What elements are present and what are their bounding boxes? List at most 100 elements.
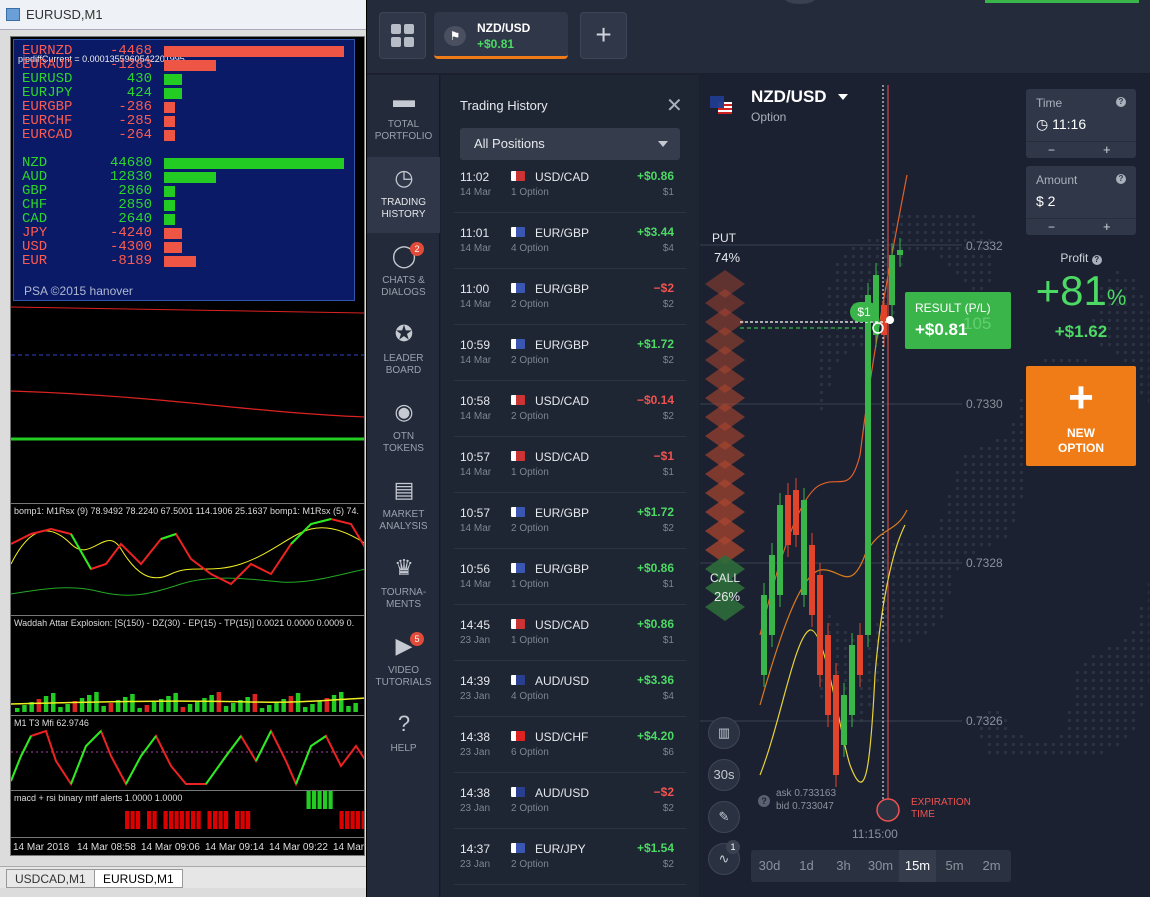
timeframe-1d[interactable]: 1d [788,850,825,882]
map-dot [1020,751,1023,754]
map-dot [1132,671,1135,674]
map-dot [1148,375,1149,378]
candle-size-button[interactable]: 30s [708,759,740,791]
map-dot [956,215,959,218]
sidebar-item-newspaper[interactable]: ▤ MARKET ANALYSIS [367,469,440,545]
amount-decrease-button[interactable]: − [1048,220,1055,234]
time-increase-button[interactable]: + [1103,142,1111,157]
alert-bar [240,811,245,829]
row-profit-loss: +$0.86 [636,561,674,575]
mt4-chart[interactable]: pipdiffCurrent = 0.0001355960542201995 E… [10,36,365,856]
map-dot [868,279,871,282]
timeframe-30m[interactable]: 30m [862,850,899,882]
map-dot [908,591,911,594]
info-icon[interactable]: ? [758,795,770,807]
history-row[interactable]: 10:56 14 Mar EUR/GBP 1 Option $1 +$0.86 [454,549,686,605]
timeframe-30d[interactable]: 30d [751,850,788,882]
map-dot [980,519,983,522]
map-dot [1004,527,1007,530]
map-dot [820,311,823,314]
waddah-label: Waddah Attar Explosion: [S(150) - DZ(30)… [14,618,355,628]
map-dot [1092,655,1095,658]
map-dot [1076,687,1079,690]
amount-increase-button[interactable]: + [1103,219,1111,234]
plus-icon: + [1068,373,1094,422]
map-dot [908,607,911,610]
map-dot [1140,359,1143,362]
map-dot [828,287,831,290]
chart-tab-usdcad[interactable]: USDCAD,M1 [6,869,95,888]
history-row[interactable]: 14:38 23 Jan AUD/USD 2 Option $2 −$2 [454,773,686,829]
timeframe-15m[interactable]: 15m [899,850,936,882]
positions-filter-select[interactable]: All Positions [460,128,680,160]
strength-value: -1283 [109,57,152,73]
history-row[interactable]: 14:45 23 Jan USD/CAD 1 Option $1 +$0.86 [454,605,686,661]
history-row[interactable]: 14:37 23 Jan EUR/JPY 2 Option $2 +$1.54 [454,829,686,885]
deposit-button[interactable] [985,0,1139,3]
map-dot [924,223,927,226]
timeframe-2m[interactable]: 2m [973,850,1010,882]
sidebar-item-trophy[interactable]: ♛ TOURNA- MENTS [367,547,440,623]
sidebar-item-help[interactable]: ? HELP [367,703,440,779]
map-dot [892,231,895,234]
map-dot [924,215,927,218]
strength-value: -4300 [109,239,152,255]
map-dot [1132,639,1135,642]
map-dot [932,543,935,546]
amount-field[interactable]: Amount ? $ 2 − + [1026,166,1136,235]
history-row[interactable]: 10:57 14 Mar USD/CAD 1 Option $1 −$1 [454,437,686,493]
asset-tab-nzdusd[interactable]: ⚑ NZD/USD +$0.81 [434,12,568,59]
row-pair: EUR/GBP [535,338,590,352]
chart-tab-eurusd[interactable]: EURUSD,M1 [94,869,183,888]
map-dot [972,463,975,466]
map-dot [956,519,959,522]
sidebar-item-chat[interactable]: ◯ CHATS & DIALOGS 2 [367,235,440,311]
amount-value[interactable]: $ 2 [1036,193,1055,209]
sidebar-item-play[interactable]: ▶ VIDEO TUTORIALS 5 [367,625,440,701]
timeframe-3h[interactable]: 3h [825,850,862,882]
history-row[interactable]: 11:02 14 Mar USD/CAD 1 Option $1 +$0.86 [454,157,686,213]
map-dot [924,591,927,594]
map-dot [900,615,903,618]
history-row[interactable]: 10:59 14 Mar EUR/GBP 2 Option $2 +$1.72 [454,325,686,381]
new-option-button[interactable]: + NEW OPTION [1026,366,1136,466]
token-icon: ◉ [394,399,414,424]
avatar[interactable] [785,0,815,4]
history-row[interactable]: 11:01 14 Mar EUR/GBP 4 Option $4 +$3.44 [454,213,686,269]
map-dot [1084,671,1087,674]
map-dot [836,311,839,314]
sidebar-item-briefcase[interactable]: ▬ TOTAL PORTFOLIO [367,79,440,155]
asset-grid-button[interactable] [379,12,426,59]
timeframe-5m[interactable]: 5m [936,850,973,882]
row-amount: $6 [662,747,674,758]
map-dot [836,303,839,306]
time-selector[interactable]: Time ? ◷ 11:16 − + [1026,89,1136,158]
close-icon[interactable]: ✕ [666,93,683,118]
chart-type-button[interactable]: ▥ [708,717,740,749]
history-row[interactable]: 10:58 14 Mar USD/CAD 2 Option $2 −$0.14 [454,381,686,437]
map-dot [1108,703,1111,706]
map-dot [1140,615,1143,618]
sidebar-item-token[interactable]: ◉ OTN TOKENS [367,391,440,467]
history-row[interactable]: 14:39 23 Jan AUD/USD 4 Option $4 +$3.36 [454,661,686,717]
sidebar-item-medal[interactable]: ✪ LEADER BOARD [367,313,440,389]
map-dot [844,295,847,298]
history-row[interactable]: 11:00 14 Mar EUR/GBP 2 Option $2 −$2 [454,269,686,325]
drawing-tools-button[interactable]: ✎ [708,801,740,833]
help-icon[interactable]: ? [1116,97,1126,107]
add-asset-button[interactable]: + [580,12,627,59]
help-icon[interactable]: ? [1116,174,1126,184]
time-decrease-button[interactable]: − [1048,143,1055,157]
bet-marker[interactable]: $1 [850,302,878,322]
map-dot [1020,447,1023,450]
map-dot [948,223,951,226]
asset-tab-name: NZD/USD [477,21,531,35]
map-dot [1108,663,1111,666]
history-row[interactable]: 10:57 14 Mar EUR/GBP 2 Option $2 +$1.72 [454,493,686,549]
sidebar-item-history[interactable]: ◷ TRADING HISTORY [367,157,440,233]
history-row[interactable]: 14:38 23 Jan USD/CHF 6 Option $6 +$4.20 [454,717,686,773]
help-icon[interactable]: ? [1091,255,1102,265]
map-dot [844,311,847,314]
result-value: +$0.81 [915,320,968,339]
map-dot [988,455,991,458]
